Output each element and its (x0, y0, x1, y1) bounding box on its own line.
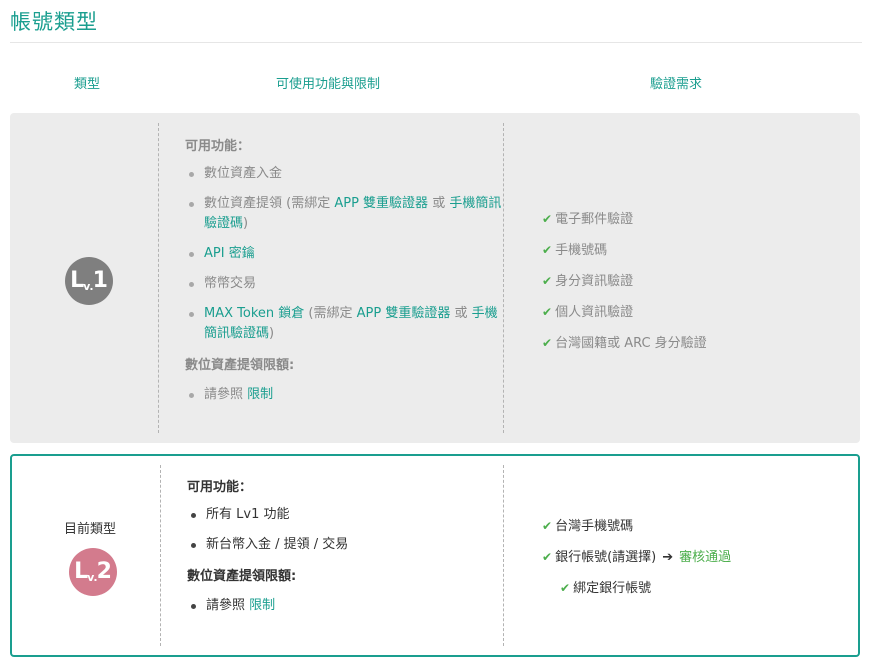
lv2-verifications: ✔ 台灣手機號碼 ✔ 銀行帳號(請選擇) ➔ 審核通過 ✔ 綁定銀行帳號 (542, 516, 731, 609)
lv1-features: 可用功能： 數位資產入金 數位資產提領 (需綁定 APP 雙重驗證器 或 手機簡… (185, 135, 505, 415)
lv1-card: Lv. 1 可用功能： 數位資產入金 數位資產提領 (需綁定 APP 雙重驗證器 … (10, 113, 860, 443)
features-heading: 可用功能： (185, 139, 251, 154)
feature-text: 幣幣交易 (204, 276, 257, 291)
verification-item: ✔ 綁定銀行帳號 (560, 578, 731, 599)
verification-label: 電子郵件驗證 (555, 212, 634, 227)
feature-text: 新台幣入金 / 提領 / 交易 (206, 537, 349, 552)
list-item: 請參照 限制 (189, 385, 505, 405)
check-icon: ✔ (542, 274, 553, 288)
limit-link[interactable]: 限制 (247, 387, 273, 402)
list-item: 數位資產入金 (189, 164, 505, 184)
verification-label: 綁定銀行帳號 (573, 581, 652, 596)
verification-label: 個人資訊驗證 (555, 305, 634, 320)
check-icon: ✔ (542, 212, 553, 226)
api-key-link[interactable]: API 密鑰 (204, 246, 255, 261)
lv1-verifications: ✔ 電子郵件驗證 ✔ 手機號碼 ✔ 身分資訊驗證 ✔ 個人資訊驗證 ✔ 台灣國籍或 ARC… (542, 209, 707, 364)
list-item: 所有 Lv1 功能 (191, 505, 507, 525)
verification-label: 台灣手機號碼 (555, 519, 634, 534)
lv1-badge: Lv. 1 (65, 257, 113, 305)
list-item: API 密鑰 (189, 244, 505, 264)
feature-text: 所有 Lv1 功能 (206, 507, 290, 522)
feature-text: ) (243, 216, 249, 231)
lv2-card: 目前類型 Lv. 2 可用功能： 所有 Lv1 功能 新台幣入金 / 提領 / 交… (10, 454, 860, 657)
limit-text: 請參照 (206, 598, 250, 613)
badge-letter: L (70, 268, 85, 293)
column-divider (158, 123, 159, 433)
limit-link[interactable]: 限制 (249, 598, 275, 613)
check-icon: ✔ (542, 305, 553, 319)
verification-label: 台灣國籍或 ARC 身分驗證 (555, 336, 707, 351)
check-icon: ✔ (542, 519, 553, 533)
column-headers: 類型 可使用功能與限制 驗證需求 (10, 73, 860, 93)
verification-item: ✔ 台灣國籍或 ARC 身分驗證 (542, 333, 707, 354)
column-divider (160, 465, 161, 646)
app-2fa-link[interactable]: APP 雙重驗證器 (357, 306, 451, 321)
arrow-right-icon: ➔ (662, 550, 674, 565)
list-item: MAX Token 鎖倉 (需綁定 APP 雙重驗證器 或 手機簡訊驗證碼) (189, 304, 505, 344)
verification-label: 銀行帳號(請選擇) (555, 550, 657, 565)
verification-item: ✔ 身分資訊驗證 (542, 271, 707, 292)
max-token-lock-link[interactable]: MAX Token 鎖倉 (204, 306, 304, 321)
badge-number: 1 (92, 268, 108, 293)
check-icon: ✔ (560, 581, 571, 595)
column-header-features: 可使用功能與限制 (276, 77, 381, 92)
column-header-verification: 驗證需求 (650, 77, 703, 92)
features-list: 所有 Lv1 功能 新台幣入金 / 提領 / 交易 (191, 505, 507, 555)
feature-text: 或 (428, 196, 450, 211)
title-divider (10, 42, 862, 43)
verification-item: ✔ 銀行帳號(請選擇) ➔ 審核通過 (542, 547, 731, 568)
lv2-badge: Lv. 2 (69, 548, 117, 596)
verification-item: ✔ 個人資訊驗證 (542, 302, 707, 323)
feature-text: 或 (450, 306, 472, 321)
limit-text: 請參照 (204, 387, 248, 402)
limit-heading: 數位資產提領限額: (187, 569, 297, 584)
lv2-features: 可用功能： 所有 Lv1 功能 新台幣入金 / 提領 / 交易 數位資產提領限額… (187, 476, 507, 626)
feature-text: ) (269, 326, 275, 341)
verification-item: ✔ 手機號碼 (542, 240, 707, 261)
check-icon: ✔ (542, 243, 553, 257)
current-type-label: 目前類型 (64, 522, 117, 537)
limit-list: 請參照 限制 (189, 385, 505, 405)
app-2fa-link[interactable]: APP 雙重驗證器 (334, 196, 428, 211)
limit-heading: 數位資產提領限額: (185, 358, 295, 373)
features-list: 數位資產入金 數位資產提領 (需綁定 APP 雙重驗證器 或 手機簡訊驗證碼) … (189, 164, 505, 344)
badge-number: 2 (96, 559, 112, 584)
column-header-type: 類型 (74, 77, 101, 92)
features-heading: 可用功能： (187, 480, 253, 495)
account-types-page: 帳號類型 類型 可使用功能與限制 驗證需求 Lv. 1 可用功能： 數位資產入金 … (0, 0, 872, 669)
feature-text: 數位資產入金 (204, 166, 283, 181)
verification-label: 手機號碼 (555, 243, 608, 258)
list-item: 幣幣交易 (189, 274, 505, 294)
check-icon: ✔ (542, 550, 553, 564)
review-status: 審核通過 (679, 550, 732, 565)
verification-item: ✔ 電子郵件驗證 (542, 209, 707, 230)
feature-text: 數位資產提領 (需綁定 (204, 196, 335, 211)
verification-item: ✔ 台灣手機號碼 (542, 516, 731, 537)
feature-text: (需綁定 (304, 306, 357, 321)
list-item: 請參照 限制 (191, 596, 507, 616)
limit-list: 請參照 限制 (191, 596, 507, 616)
list-item: 數位資產提領 (需綁定 APP 雙重驗證器 或 手機簡訊驗證碼) (189, 194, 505, 234)
badge-letter: L (74, 559, 89, 584)
page-title: 帳號類型 (10, 10, 98, 34)
list-item: 新台幣入金 / 提領 / 交易 (191, 535, 507, 555)
check-icon: ✔ (542, 336, 553, 350)
verification-label: 身分資訊驗證 (555, 274, 634, 289)
